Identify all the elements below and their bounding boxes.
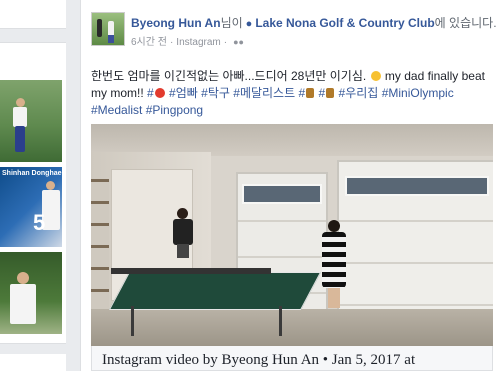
header-suffix-end: 에 있습니다. — [434, 16, 497, 30]
golfer-photo-1[interactable] — [0, 80, 62, 162]
location-pin-icon: ● — [245, 18, 253, 30]
ping-pong-table — [108, 272, 322, 310]
author-name[interactable]: Byeong Hun An — [131, 16, 221, 30]
hashtag[interactable]: # — [298, 86, 305, 100]
place-link[interactable]: Lake Nona Golf & Country Club — [255, 16, 434, 30]
hashtag[interactable]: #우리집 — [339, 86, 379, 100]
garage-floor — [91, 309, 493, 346]
player-figure — [319, 220, 349, 310]
figure-legs — [15, 126, 25, 152]
avatar-figure — [97, 19, 102, 37]
figure-head — [16, 98, 25, 107]
garage-door — [337, 160, 493, 334]
player-legs — [328, 288, 340, 308]
meta-separator: · — [223, 37, 228, 48]
badge-number: 5 — [33, 210, 46, 235]
author-avatar[interactable] — [91, 12, 125, 46]
medal-emoji-icon — [306, 88, 315, 98]
friends-icon[interactable]: ●● — [233, 37, 244, 47]
panel-line — [339, 304, 493, 306]
player-legs — [177, 244, 189, 258]
hashtag[interactable]: #Medalist — [91, 103, 142, 117]
post-text: 한번도 엄마를 이긴적없는 아빠...드디어 28년만 이기심. my dad … — [91, 68, 491, 119]
player-figure — [173, 208, 193, 258]
table-leg — [279, 306, 282, 336]
player-head — [328, 220, 340, 232]
laughing-emoji-icon — [370, 71, 381, 81]
post-text-korean: 한번도 엄마를 이긴적없는 아빠...드디어 28년만 이기심. — [91, 69, 367, 83]
left-column: Shinhan Donghae 5 — [0, 0, 66, 371]
garage-window — [345, 176, 489, 196]
panel-line — [339, 262, 493, 264]
meta-separator: · — [169, 37, 174, 48]
left-card-bottom — [0, 354, 66, 371]
hashtag[interactable]: # — [319, 86, 326, 100]
player-striped-dress — [322, 232, 346, 288]
panel-line — [238, 256, 326, 258]
golfer-photo-2[interactable] — [0, 167, 62, 247]
golfer-photo-3[interactable] — [0, 252, 62, 334]
figure-body — [13, 107, 27, 127]
post-source[interactable]: Instagram — [176, 37, 220, 48]
ping-pong-emoji-icon — [154, 88, 165, 98]
hashtag[interactable]: # — [147, 86, 154, 100]
hashtag[interactable]: #Pingpong — [146, 103, 203, 117]
post-header: Byeong Hun An님이 ● Lake Nona Golf & Country… — [131, 14, 497, 31]
garage-shelf — [91, 179, 109, 309]
feed-post: Byeong Hun An님이 ● Lake Nona Golf & Country… — [80, 0, 500, 371]
post-timestamp[interactable]: 6시간 전 — [131, 37, 167, 48]
figure-head — [17, 272, 29, 284]
avatar-figure — [108, 35, 114, 43]
panel-line — [238, 220, 326, 222]
medal-emoji-icon — [326, 88, 335, 98]
panel-line — [339, 220, 493, 222]
player-head — [177, 208, 188, 219]
left-card-top — [0, 0, 66, 29]
figure-body — [10, 284, 36, 324]
sponsor-text: Shinhan Donghae — [2, 170, 62, 177]
header-suffix: 님이 — [220, 16, 243, 30]
figure-head — [46, 181, 55, 190]
hashtag[interactable]: #탁구 — [201, 86, 230, 100]
video-player[interactable] — [91, 124, 493, 346]
post-meta: 6시간 전 · Instagram · ●● — [131, 33, 244, 48]
table-leg — [131, 306, 134, 336]
hashtag[interactable]: #MiniOlympic — [382, 86, 454, 100]
player-body — [173, 219, 193, 245]
hashtag[interactable]: #엄빠 — [169, 86, 198, 100]
table-net — [111, 268, 271, 274]
video-caption-link[interactable]: Instagram video by Byeong Hun An • Jan 5… — [91, 346, 493, 371]
hashtag[interactable]: #메달리스트 — [233, 86, 295, 100]
garage-window — [242, 184, 322, 204]
